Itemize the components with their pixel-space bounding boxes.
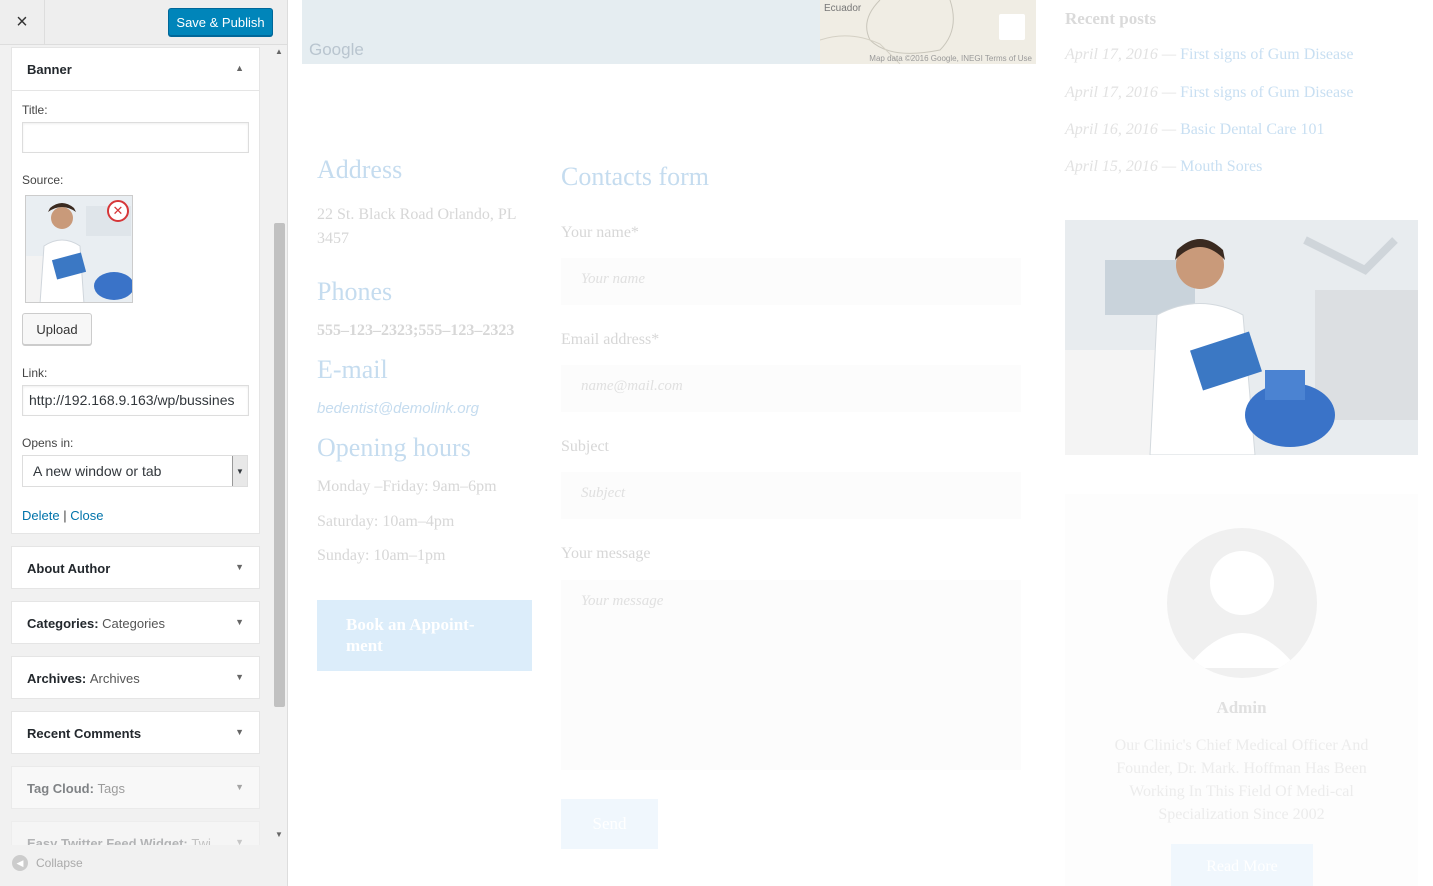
about-author-card: Admin Our Clinic's Chief Medical Officer… (1065, 494, 1418, 886)
banner-widget-title: Banner (27, 62, 72, 77)
collapse-label: Collapse (36, 856, 83, 870)
opens-in-select[interactable]: A new window or tab ▼ (22, 455, 248, 487)
collapse-button[interactable]: ◀ Collapse (12, 855, 83, 871)
hours-heading: Opening hours (317, 433, 471, 462)
widget-tag-cloud[interactable]: Tag Cloud: Tags ▼ (11, 766, 260, 809)
post-dash: — (1157, 84, 1181, 101)
widget-title: About Author (27, 561, 111, 576)
pegman-icon[interactable] (999, 14, 1025, 40)
post-date: April 17, 2016 (1065, 84, 1158, 101)
name-label: Your name* (561, 224, 639, 241)
close-customizer-icon[interactable]: × (0, 0, 45, 45)
post-date: April 17, 2016 (1065, 46, 1158, 63)
message-label: Your message (561, 545, 651, 562)
hours-line: Sunday: 10am–1pm (317, 547, 446, 564)
dropdown-arrow-icon[interactable]: ▼ (232, 456, 247, 486)
widget-twitter-feed[interactable]: Easy Twitter Feed Widget: Twi... ▼ (11, 821, 260, 845)
widget-list: Banner ▲ Title: Source: ✕ Upload Link: h… (0, 45, 270, 845)
source-label: Source: (22, 173, 64, 187)
widget-archives[interactable]: Archives: Archives ▼ (11, 656, 260, 699)
address-heading: Address (317, 155, 403, 184)
expand-arrow-icon[interactable]: ▼ (235, 782, 244, 792)
close-link[interactable]: Close (70, 508, 103, 523)
title-label: Title: (22, 103, 48, 117)
subject-label: Subject (561, 438, 609, 455)
delete-link[interactable]: Delete (22, 508, 60, 523)
post-date: April 16, 2016 (1065, 121, 1158, 138)
send-button[interactable]: Send (561, 799, 658, 849)
banner-widget: Banner ▲ Title: Source: ✕ Upload Link: h… (11, 47, 260, 534)
avatar (1167, 528, 1317, 678)
hours-line: Monday –Friday: 9am–6pm (317, 478, 497, 495)
upload-button[interactable]: Upload (22, 313, 92, 345)
expand-arrow-icon[interactable]: ▼ (235, 727, 244, 737)
post-dash: — (1157, 46, 1181, 63)
name-input[interactable]: Your name (561, 258, 1021, 305)
title-input[interactable] (22, 122, 249, 153)
opens-in-label: Opens in: (22, 436, 74, 450)
post-link[interactable]: First signs of Gum Disease (1180, 46, 1353, 63)
email-heading: E-mail (317, 355, 388, 384)
link-label: Link: (22, 366, 48, 380)
post-link[interactable]: Basic Dental Care 101 (1180, 121, 1324, 138)
email-label: Email address* (561, 331, 660, 348)
subject-input[interactable]: Subject (561, 472, 1021, 519)
save-publish-button[interactable]: Save & Publish (168, 8, 273, 36)
banner-image[interactable] (1065, 220, 1418, 455)
customizer-header: × Save & Publish (0, 0, 287, 45)
recent-post-item: April 16, 2016 — Basic Dental Care 101 (1065, 121, 1325, 139)
widget-recent-comments[interactable]: Recent Comments ▼ (11, 711, 260, 754)
post-link[interactable]: First signs of Gum Disease (1180, 84, 1353, 101)
action-separator: | (63, 508, 67, 523)
author-name: Admin (1216, 698, 1267, 717)
widget-about-author[interactable]: About Author ▼ (11, 546, 260, 589)
author-bio: Our Clinic's Chief Medical Officer And F… (1114, 737, 1369, 823)
sidebar-scrollbar[interactable]: ▲ ▼ (272, 45, 287, 841)
post-link[interactable]: Mouth Sores (1180, 158, 1262, 175)
recent-post-item: April 15, 2016 — Mouth Sores (1065, 158, 1262, 176)
expand-arrow-icon[interactable]: ▼ (235, 562, 244, 572)
widget-categories[interactable]: Categories: Categories ▼ (11, 601, 260, 644)
widget-title: Easy Twitter Feed Widget: Twi... (27, 836, 222, 845)
scroll-down-icon[interactable]: ▼ (275, 830, 283, 839)
widget-title: Categories: Categories (27, 616, 166, 631)
opens-in-value: A new window or tab (33, 463, 162, 479)
widget-title: Tag Cloud: Tags (27, 781, 126, 796)
widget-title: Recent Comments (27, 726, 142, 741)
collapse-arrow-icon[interactable]: ▲ (235, 63, 244, 73)
collapse-arrow-icon: ◀ (12, 855, 28, 871)
scroll-up-icon[interactable]: ▲ (275, 47, 283, 56)
book-appointment-button[interactable]: Book an Appoint-ment (317, 600, 532, 671)
contacts-form-heading: Contacts form (561, 162, 710, 191)
post-date: April 15, 2016 (1065, 158, 1158, 175)
recent-post-item: April 17, 2016 — First signs of Gum Dise… (1065, 46, 1353, 64)
expand-arrow-icon[interactable]: ▼ (235, 672, 244, 682)
email-input[interactable]: name@mail.com (561, 365, 1021, 412)
read-more-button[interactable]: Read More (1171, 844, 1313, 886)
expand-arrow-icon[interactable]: ▼ (235, 837, 244, 845)
post-dash: — (1157, 158, 1181, 175)
link-input[interactable]: http://192.168.9.163/wp/bussines (22, 385, 249, 416)
hours-line: Saturday: 10am–4pm (317, 513, 455, 530)
recent-posts-heading: Recent posts (1065, 9, 1157, 28)
map-place-label: Ecuador (824, 3, 862, 14)
post-dash: — (1157, 121, 1181, 138)
remove-image-icon[interactable]: ✕ (107, 200, 129, 222)
recent-post-item: April 17, 2016 — First signs of Gum Dise… (1065, 84, 1353, 102)
expand-arrow-icon[interactable]: ▼ (235, 617, 244, 627)
email-link[interactable]: bedentist@demolink.org (317, 400, 479, 417)
message-textarea[interactable]: Your message (561, 580, 1021, 770)
google-map[interactable]: Google Ecuador Map data ©2016 Google, IN… (302, 0, 1036, 64)
banner-widget-header[interactable]: Banner ▲ (12, 48, 259, 91)
customizer-sidebar: × Save & Publish Banner ▲ Title: Source: (0, 0, 288, 886)
site-preview: Google Ecuador Map data ©2016 Google, IN… (288, 0, 1433, 886)
address-text: 22 St. Black Road Orlando, PL 3457 (317, 206, 516, 247)
map-attribution: Map data ©2016 Google, INEGI Terms of Us… (869, 54, 1032, 63)
scroll-thumb[interactable] (274, 223, 285, 707)
phones-heading: Phones (317, 277, 393, 306)
phones-text: 555–123–2323;555–123–2323 (317, 322, 515, 339)
google-logo: Google (309, 40, 364, 59)
widget-title: Archives: Archives (27, 671, 140, 686)
widget-actions: Delete | Close (22, 508, 103, 523)
